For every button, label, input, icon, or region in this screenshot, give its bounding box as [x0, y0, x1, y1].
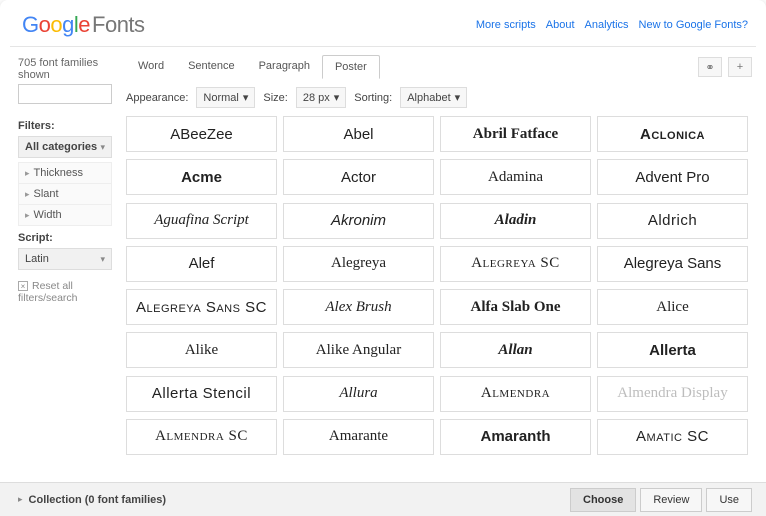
tab-sentence[interactable]: Sentence [176, 55, 246, 79]
footer: ▸ Collection (0 font families) Choose Re… [0, 482, 766, 516]
filters-heading: Filters: [18, 120, 112, 132]
appearance-label: Appearance: [126, 92, 188, 104]
choose-button[interactable]: Choose [570, 488, 636, 512]
font-card[interactable]: Adamina [440, 159, 591, 195]
search-input[interactable] [18, 84, 112, 104]
font-count: 705 font families shown [18, 57, 112, 81]
font-card[interactable]: Abril Fatface [440, 116, 591, 152]
header-link[interactable]: About [546, 19, 575, 31]
chevron-down-icon: ▾ [100, 142, 105, 153]
close-icon: × [18, 281, 28, 291]
font-card[interactable]: Allura [283, 376, 434, 412]
font-card[interactable]: Advent Pro [597, 159, 748, 195]
header-link[interactable]: More scripts [476, 19, 536, 31]
review-button[interactable]: Review [640, 488, 702, 512]
font-card[interactable]: Aladin [440, 203, 591, 239]
header-links: More scripts About Analytics New to Google … [466, 19, 748, 31]
use-button[interactable]: Use [706, 488, 752, 512]
font-card[interactable]: Actor [283, 159, 434, 195]
script-heading: Script: [18, 232, 112, 244]
header-link[interactable]: Analytics [585, 19, 629, 31]
sorting-label: Sorting: [354, 92, 392, 104]
font-card[interactable]: Almendra SC [126, 419, 277, 455]
link-icon[interactable]: ⚭ [698, 57, 722, 77]
size-select[interactable]: 28 px▾ [296, 87, 346, 108]
font-card[interactable]: Aguafina Script [126, 203, 277, 239]
header-link[interactable]: New to Google Fonts? [639, 19, 748, 31]
tab-poster[interactable]: Poster [322, 55, 380, 79]
font-card[interactable]: Almendra Display [597, 376, 748, 412]
controls-row: Appearance: Normal▾ Size: 28 px▾ Sorting… [126, 87, 752, 108]
font-card[interactable]: Alegreya Sans SC [126, 289, 277, 325]
font-card[interactable]: Allerta Stencil [126, 376, 277, 412]
category-value: All categories [25, 141, 97, 153]
tabs: WordSentenceParagraphPoster ⚭ + [126, 55, 752, 79]
collection-label[interactable]: Collection (0 font families) [29, 494, 167, 506]
font-card[interactable]: Aclonica [597, 116, 748, 152]
font-card[interactable]: Alex Brush [283, 289, 434, 325]
reset-filters[interactable]: ×Reset all filters/search [18, 280, 112, 304]
font-card[interactable]: Abel [283, 116, 434, 152]
sidebar: 705 font families shown Filters: All cat… [0, 47, 120, 477]
header: GoogleFonts More scripts About Analytics Ne… [0, 0, 766, 46]
font-card[interactable]: Allerta [597, 332, 748, 368]
script-value: Latin [25, 253, 49, 265]
font-card[interactable]: Allan [440, 332, 591, 368]
appearance-select[interactable]: Normal▾ [196, 87, 255, 108]
font-card[interactable]: Amatic SC [597, 419, 748, 455]
font-card[interactable]: Alike [126, 332, 277, 368]
font-card[interactable]: Alike Angular [283, 332, 434, 368]
main: WordSentenceParagraphPoster ⚭ + Appearan… [120, 47, 766, 477]
add-icon[interactable]: + [728, 57, 752, 77]
font-card[interactable]: Alegreya [283, 246, 434, 282]
tab-word[interactable]: Word [126, 55, 176, 79]
font-card[interactable]: Alfa Slab One [440, 289, 591, 325]
logo: GoogleFonts [22, 12, 145, 38]
font-card[interactable]: Acme [126, 159, 277, 195]
font-card[interactable]: Aldrich [597, 203, 748, 239]
size-label: Size: [263, 92, 287, 104]
font-card[interactable]: Almendra [440, 376, 591, 412]
filter-accordion: ▸Thickness▸Slant▸Width [18, 162, 112, 226]
font-card[interactable]: Amaranth [440, 419, 591, 455]
font-card[interactable]: ABeeZee [126, 116, 277, 152]
filter-row[interactable]: ▸Thickness [19, 163, 111, 184]
chevron-down-icon: ▾ [100, 254, 105, 265]
tab-paragraph[interactable]: Paragraph [247, 55, 322, 79]
chevron-right-icon: ▸ [18, 494, 23, 505]
font-card[interactable]: Alice [597, 289, 748, 325]
filter-row[interactable]: ▸Width [19, 205, 111, 225]
font-card[interactable]: Alegreya Sans [597, 246, 748, 282]
filter-row[interactable]: ▸Slant [19, 184, 111, 205]
script-select[interactable]: Latin ▾ [18, 248, 112, 270]
font-card[interactable]: Alef [126, 246, 277, 282]
font-grid: ABeeZeeAbelAbril FatfaceAclonica AcmeActo… [126, 116, 752, 456]
font-card[interactable]: Alegreya SC [440, 246, 591, 282]
font-card[interactable]: Amarante [283, 419, 434, 455]
category-select[interactable]: All categories ▾ [18, 136, 112, 158]
sorting-select[interactable]: Alphabet▾ [400, 87, 467, 108]
font-card[interactable]: Akronim [283, 203, 434, 239]
